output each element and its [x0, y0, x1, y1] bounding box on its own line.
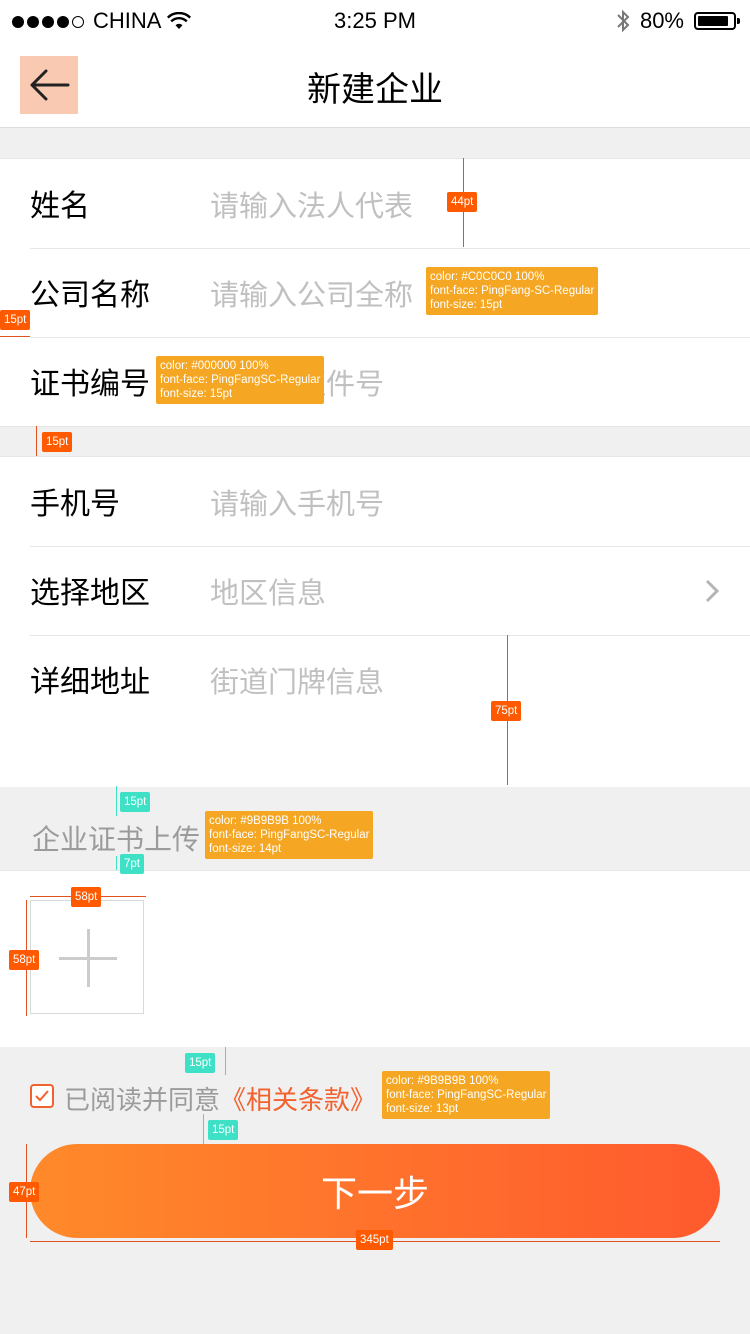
spec-line: font-size: 14pt [209, 843, 282, 855]
battery-icon [694, 12, 740, 30]
spec-placeholder: color: #C0C0C0 100% font-face: PingFang-… [426, 267, 599, 315]
field-label: 详细地址 [30, 665, 150, 700]
spec-line: color: #9B9B9B 100% [386, 1075, 499, 1087]
dimension-line [36, 426, 37, 456]
spec-line: font-size: 13pt [386, 1103, 459, 1115]
spec-line: font-face: PingFang-SC-Regular [430, 285, 595, 297]
address-textarea[interactable]: 街道门牌信息 [210, 659, 384, 701]
status-bar: CHINA 3:25 PM 80% [0, 0, 750, 44]
dimension-gap: 15pt [42, 432, 73, 452]
terms-link[interactable]: 《相关条款》 [220, 1086, 376, 1116]
phone-input[interactable]: 请输入手机号 [210, 481, 384, 523]
dimension-agree-bottom: 15pt [208, 1120, 239, 1140]
field-phone[interactable]: 手机号 请输入手机号 [30, 457, 750, 547]
next-button-label: 下一步 [320, 1174, 429, 1215]
region-select[interactable]: 地区信息 [210, 570, 326, 612]
dimension-margin: 15pt [0, 310, 31, 330]
field-certificate-number[interactable]: 证书编号 请输入证件号 [30, 337, 750, 426]
checkmark-icon [35, 1090, 49, 1102]
agreement-label: 已阅读并同意 [64, 1086, 221, 1116]
legal-name-input[interactable]: 请输入法人代表 [210, 183, 413, 225]
battery-percent: 80% [639, 8, 684, 33]
dimension-upload-bottom: 7pt [120, 854, 144, 874]
dimension-line [225, 1047, 226, 1075]
dimension-upload-top: 15pt [120, 792, 151, 812]
field-company-name[interactable]: 公司名称 请输入公司全称 [30, 248, 750, 338]
dimension-line [203, 1114, 204, 1144]
spec-line: color: #9B9B9B 100% [209, 815, 322, 827]
bluetooth-icon [617, 9, 630, 33]
agreement-text: 已阅读并同意《相关条款》 [64, 1080, 376, 1117]
dimension-agree-top: 15pt [185, 1053, 216, 1073]
field-region[interactable]: 选择地区 地区信息 [30, 546, 750, 636]
chevron-right-icon [705, 579, 720, 603]
upload-title: 企业证书上传 [32, 823, 201, 856]
spec-line: font-face: PingFangSC-Regular [160, 374, 321, 386]
spec-label: color: #000000 100% font-face: PingFangS… [156, 356, 325, 404]
dimension-box-width: 58pt [71, 887, 102, 907]
field-label: 选择地区 [30, 576, 150, 611]
spec-line: font-size: 15pt [160, 388, 233, 400]
field-label: 姓名 [30, 189, 90, 224]
dimension-line [116, 856, 117, 870]
spec-agreement: color: #9B9B9B 100% font-face: PingFangS… [382, 1071, 551, 1119]
spec-line: color: #C0C0C0 100% [430, 271, 545, 283]
field-label: 证书编号 [30, 367, 150, 402]
status-right: 80% [616, 8, 740, 34]
dimension-row-height: 44pt [447, 192, 478, 212]
field-address[interactable]: 详细地址 街道门牌信息 [30, 635, 750, 785]
upload-button[interactable] [30, 900, 144, 1014]
nav-bar: 新建企业 [0, 44, 750, 128]
field-legal-name[interactable]: 姓名 请输入法人代表 [30, 159, 750, 249]
dimension-address-height: 75pt [491, 701, 522, 721]
company-name-input[interactable]: 请输入公司全称 [210, 272, 413, 314]
next-button[interactable]: 下一步 [30, 1144, 720, 1238]
form-group-2: 手机号 请输入手机号 选择地区 地区信息 详细地址 街道门牌信息 [0, 456, 750, 787]
dimension-button-height: 47pt [9, 1182, 40, 1202]
dimension-box-height: 58pt [9, 950, 40, 970]
field-label: 手机号 [30, 487, 120, 522]
page-title: 新建企业 [307, 70, 443, 110]
spec-line: font-face: PingFangSC-Regular [209, 829, 370, 841]
dimension-button-width: 345pt [356, 1230, 393, 1250]
spec-line: font-size: 15pt [430, 299, 503, 311]
form-group-1: 姓名 请输入法人代表 公司名称 请输入公司全称 证书编号 请输入证件号 [0, 158, 750, 427]
dimension-line [116, 786, 117, 816]
field-label: 公司名称 [30, 278, 150, 313]
spec-upload-title: color: #9B9B9B 100% font-face: PingFangS… [205, 811, 374, 859]
agree-checkbox[interactable] [30, 1084, 54, 1108]
dimension-line [0, 336, 30, 337]
spec-line: font-face: PingFangSC-Regular [386, 1089, 547, 1101]
spec-line: color: #000000 100% [160, 360, 269, 372]
